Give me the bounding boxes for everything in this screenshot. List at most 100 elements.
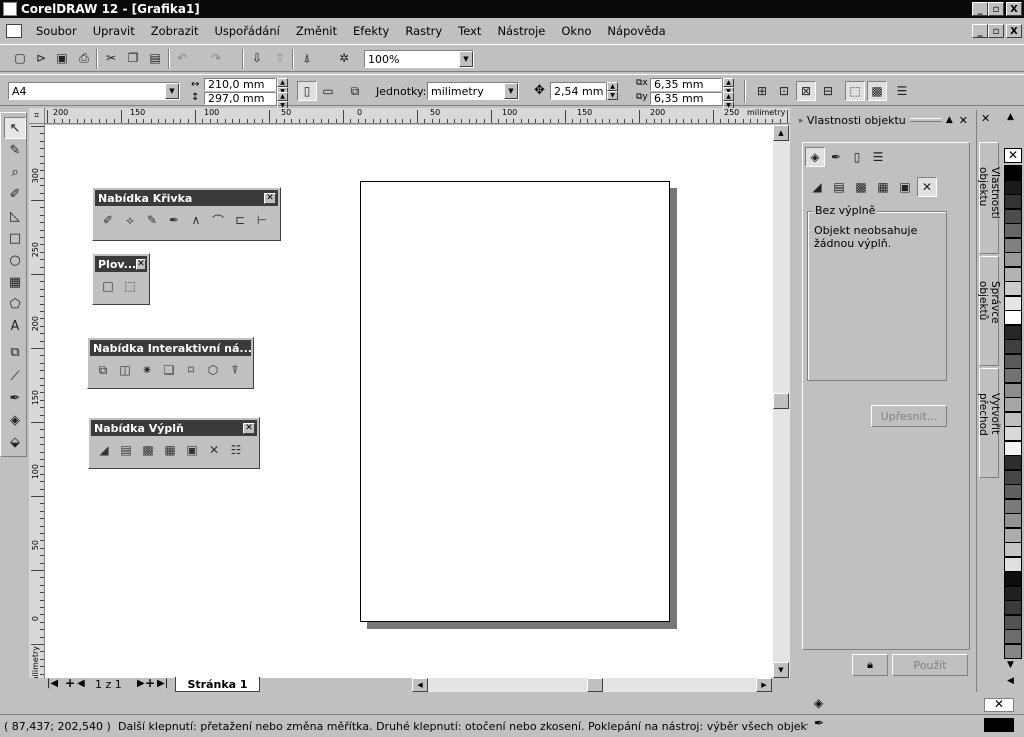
- options-icon[interactable]: ☰: [892, 81, 912, 101]
- menu-soubor[interactable]: Soubor: [28, 24, 85, 38]
- prev-page-icon[interactable]: ◀: [77, 678, 85, 689]
- hscroll-thumb[interactable]: [587, 678, 603, 692]
- color-docker-icon[interactable]: ☷: [227, 441, 245, 459]
- export-icon[interactable]: ⇧: [270, 48, 290, 68]
- apply-button[interactable]: Použít: [892, 654, 968, 676]
- menu-rastry[interactable]: Rastry: [397, 24, 450, 38]
- paste-icon[interactable]: ▤: [145, 48, 165, 68]
- minimize-button[interactable]: _: [972, 2, 988, 16]
- pattern-fill-icon[interactable]: ▩: [139, 441, 157, 459]
- menu-okno[interactable]: Okno: [553, 24, 599, 38]
- no-fill-icon[interactable]: ✕: [917, 177, 937, 197]
- ruler-origin-icon[interactable]: ⌗: [29, 108, 45, 124]
- zoom-select[interactable]: 100% ▼: [364, 50, 474, 68]
- three-point-curve-icon[interactable]: ⌒: [209, 211, 227, 229]
- first-page-icon[interactable]: |◀: [47, 678, 58, 689]
- menu-usporadani[interactable]: Uspořádání: [206, 24, 287, 38]
- drawing-canvas[interactable]: Nabídka Křivka ✕ ✐ ⟡ ✎ ✒ ∧ ⌒ ⊏ ⊢ Plov... ✕…: [45, 125, 773, 678]
- close-icon[interactable]: ✕: [243, 422, 255, 434]
- general-tab-icon[interactable]: ▯: [847, 147, 867, 167]
- next-page-icon[interactable]: ▶: [137, 678, 145, 689]
- redo-icon[interactable]: ↷: [206, 48, 226, 68]
- vertical-scrollbar[interactable]: ▲ ▼: [773, 125, 790, 678]
- color-swatch[interactable]: [1004, 455, 1022, 470]
- three-point-rectangle-icon[interactable]: ⬚: [121, 277, 139, 295]
- color-swatch[interactable]: [1004, 600, 1022, 615]
- scroll-down-icon[interactable]: ▼: [773, 662, 789, 678]
- save-icon[interactable]: ▣: [52, 48, 72, 68]
- expand-palette-icon[interactable]: ◀: [1007, 676, 1014, 686]
- text-tool-icon[interactable]: A: [4, 315, 26, 337]
- flyout-header[interactable]: Nabídka Interaktivní ná...✕: [90, 340, 251, 356]
- refine-button[interactable]: Upřesnit...: [871, 405, 947, 427]
- color-swatch[interactable]: [1004, 469, 1022, 485]
- maximize-button[interactable]: ▫: [988, 2, 1004, 16]
- postscript-fill-icon[interactable]: ▣: [183, 441, 201, 459]
- doc-minimize-button[interactable]: _: [972, 24, 988, 38]
- width-stepper[interactable]: ▲▼: [276, 78, 288, 96]
- fountain-fill-icon[interactable]: ▤: [829, 177, 849, 197]
- page-width-field[interactable]: 210,0 mm: [204, 78, 276, 91]
- menu-nastroje[interactable]: Nástroje: [489, 24, 553, 38]
- chevron-down-icon[interactable]: ▼: [165, 83, 179, 99]
- smart-fill-tool-icon[interactable]: ◺: [4, 205, 26, 227]
- menu-upravit[interactable]: Upravit: [85, 24, 143, 38]
- interactive-blend-tool-icon[interactable]: ⧉: [4, 341, 26, 363]
- portrait-icon[interactable]: ▯: [297, 81, 317, 101]
- horizontal-scrollbar[interactable]: ◀ ▶: [412, 678, 772, 692]
- copy-icon[interactable]: ❐: [123, 48, 143, 68]
- rectangle-icon[interactable]: □: [99, 277, 117, 295]
- fountain-fill-icon[interactable]: ▤: [117, 441, 135, 459]
- color-swatch[interactable]: [1004, 542, 1022, 557]
- color-swatch[interactable]: [1004, 498, 1022, 514]
- lock-icon[interactable]: 🔒︎: [852, 654, 888, 676]
- graph-paper-tool-icon[interactable]: ▦: [4, 271, 26, 293]
- color-swatch[interactable]: [1004, 237, 1022, 253]
- flyout-header[interactable]: Nabídka Křivka ✕: [95, 190, 278, 206]
- bezier-icon[interactable]: ⟡: [121, 211, 139, 229]
- drawing-page[interactable]: [360, 181, 670, 622]
- outline-tool-icon[interactable]: ✒: [4, 387, 26, 409]
- close-icon[interactable]: ✕: [264, 192, 276, 204]
- uniform-fill-icon[interactable]: ◢: [807, 177, 827, 197]
- color-swatch[interactable]: [1004, 281, 1022, 296]
- zoom-tool-icon[interactable]: ⌕: [4, 161, 26, 183]
- open-icon[interactable]: ⊳: [31, 48, 51, 68]
- rectangle-tool-icon[interactable]: □: [4, 227, 26, 249]
- distortion-icon[interactable]: ✷: [138, 361, 156, 379]
- snap-guides-icon[interactable]: ⊡: [774, 81, 794, 101]
- close-icon[interactable]: ✕: [136, 258, 146, 270]
- no-color-swatch[interactable]: ✕: [1004, 148, 1022, 163]
- page-height-field[interactable]: 297,0 mm: [204, 92, 276, 105]
- docker-chevron-icon[interactable]: »: [798, 116, 803, 125]
- close-button[interactable]: X: [1006, 2, 1022, 16]
- texture-fill-icon[interactable]: ▦: [161, 441, 179, 459]
- color-swatch[interactable]: [1004, 382, 1022, 398]
- undo-icon[interactable]: ↶: [172, 48, 192, 68]
- landscape-icon[interactable]: ▭: [318, 81, 338, 101]
- color-swatch[interactable]: [1004, 368, 1022, 383]
- doc-restore-button[interactable]: ▫: [988, 24, 1004, 38]
- interactive-connector-icon[interactable]: ⊏: [231, 211, 249, 229]
- tab-spravce-objektu[interactable]: Správce objektů: [977, 256, 1001, 366]
- tab-vytvorit-prechod[interactable]: Vytvořit přechod: [977, 368, 1001, 478]
- duplicate-y-field[interactable]: 6,35 mm: [650, 92, 722, 105]
- scroll-up-icon[interactable]: ▲: [1007, 112, 1014, 122]
- menu-zmenit[interactable]: Změnit: [288, 24, 345, 38]
- color-swatch[interactable]: [1004, 440, 1022, 456]
- close-icon[interactable]: ✕: [959, 114, 968, 127]
- scroll-up-icon[interactable]: ▲: [773, 125, 789, 141]
- shape-tool-icon[interactable]: ✎: [4, 139, 26, 161]
- chevron-down-icon[interactable]: ▼: [504, 83, 518, 99]
- color-swatch[interactable]: [1004, 585, 1022, 601]
- no-fill-icon[interactable]: ✕: [205, 441, 223, 459]
- color-swatch[interactable]: [1004, 513, 1022, 528]
- scroll-left-icon[interactable]: ◀: [412, 678, 428, 692]
- extrude-icon[interactable]: ⬡: [204, 361, 222, 379]
- color-swatch[interactable]: [1004, 527, 1022, 543]
- color-swatch[interactable]: [1004, 252, 1022, 267]
- close-icon[interactable]: ✕: [981, 112, 990, 125]
- pick-tool-icon[interactable]: ↖: [4, 117, 26, 139]
- color-swatch[interactable]: [1004, 208, 1022, 224]
- postscript-fill-icon[interactable]: ▣: [895, 177, 915, 197]
